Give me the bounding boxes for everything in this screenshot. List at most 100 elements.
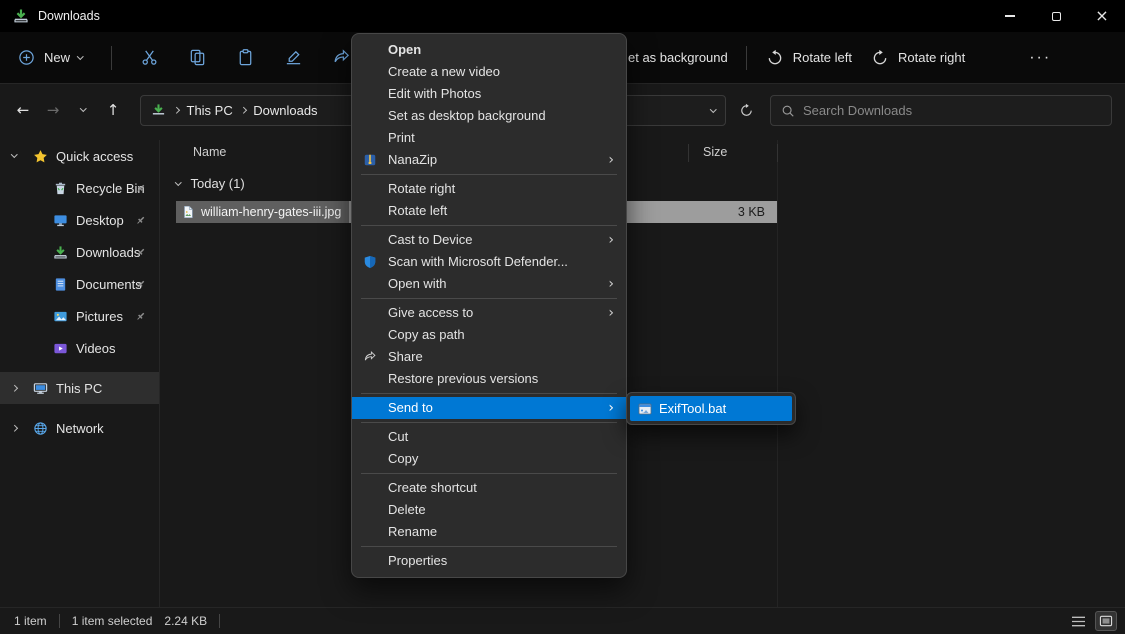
- breadcrumb-chevron-icon: [240, 107, 246, 113]
- search-input[interactable]: [803, 103, 1101, 118]
- breadcrumb-this-pc[interactable]: This PC: [187, 103, 233, 118]
- menu-item-share[interactable]: Share: [352, 346, 626, 368]
- minimize-button[interactable]: [987, 0, 1033, 32]
- menu-item-send-to[interactable]: Send to ›: [352, 397, 626, 419]
- menu-item-copy-as-path[interactable]: Copy as path: [352, 324, 626, 346]
- menu-item-cut[interactable]: Cut: [352, 426, 626, 448]
- sidebar-item-network[interactable]: Network: [0, 412, 160, 444]
- column-divider[interactable]: [688, 144, 689, 162]
- chevron-down-icon: [80, 105, 86, 111]
- more-options-icon: ···: [1029, 49, 1051, 67]
- cut-button[interactable]: [140, 48, 160, 68]
- menu-item-rotate-left[interactable]: Rotate left: [352, 200, 626, 222]
- menu-item-open-with[interactable]: Open with ›: [352, 273, 626, 295]
- status-bar: 1 item 1 item selected 2.24 KB: [0, 607, 1125, 634]
- menu-item-copy[interactable]: Copy: [352, 448, 626, 470]
- titlebar: Downloads ×: [0, 0, 1125, 32]
- sidebar-item-desktop[interactable]: Desktop: [0, 204, 160, 236]
- share-icon: [362, 349, 378, 365]
- sidebar-item-label: Recycle Bin: [0, 181, 145, 196]
- up-button[interactable]: ↑: [98, 95, 128, 125]
- menu-item-delete[interactable]: Delete: [352, 499, 626, 521]
- new-button-label: New: [44, 50, 70, 65]
- menu-separator: [361, 225, 617, 226]
- maximize-icon: [1052, 12, 1061, 21]
- column-divider[interactable]: [777, 144, 778, 162]
- sidebar-spacer: [0, 364, 160, 372]
- menu-item-cast-to-device[interactable]: Cast to Device ›: [352, 229, 626, 251]
- videos-icon: [52, 340, 68, 356]
- menu-item-give-access-to[interactable]: Give access to ›: [352, 302, 626, 324]
- menu-item-set-as-desktop-background[interactable]: Set as desktop background: [352, 105, 626, 127]
- submenu-arrow-icon: ›: [608, 302, 614, 324]
- recent-locations-button[interactable]: [68, 95, 98, 125]
- status-divider: [59, 614, 60, 628]
- menu-item-label: Copy: [388, 451, 418, 466]
- sidebar-item-recycle-bin[interactable]: Recycle Bin: [0, 172, 160, 204]
- column-header-name[interactable]: Name: [193, 145, 226, 159]
- submenu-item-label: ExifTool.bat: [659, 401, 726, 416]
- sidebar-item-pictures[interactable]: Pictures: [0, 300, 160, 332]
- menu-item-rotate-right[interactable]: Rotate right: [352, 178, 626, 200]
- rotate-left-icon: [765, 48, 785, 68]
- set-as-background-button[interactable]: et as background: [628, 50, 728, 65]
- menu-separator: [361, 546, 617, 547]
- menu-item-label: Create a new video: [388, 64, 500, 79]
- new-button[interactable]: New: [16, 48, 83, 68]
- sidebar-item-documents[interactable]: Documents: [0, 268, 160, 300]
- chevron-down-icon[interactable]: [175, 179, 181, 185]
- rotate-right-button[interactable]: Rotate right: [870, 48, 965, 68]
- menu-separator: [361, 422, 617, 423]
- exiftool-bat-icon: [638, 402, 652, 416]
- menu-item-label: Restore previous versions: [388, 371, 538, 386]
- sidebar-item-this-pc[interactable]: This PC: [0, 372, 160, 404]
- menu-item-scan-with-microsoft-defender[interactable]: Scan with Microsoft Defender...: [352, 251, 626, 273]
- pin-icon: [135, 310, 146, 325]
- more-options-button[interactable]: ···: [1029, 49, 1051, 67]
- refresh-button[interactable]: [730, 95, 762, 126]
- column-header-size[interactable]: Size: [703, 145, 727, 159]
- menu-item-nanazip[interactable]: NanaZip ›: [352, 149, 626, 171]
- menu-item-label: Delete: [388, 502, 426, 517]
- rotate-left-button[interactable]: Rotate left: [765, 48, 852, 68]
- forward-button[interactable]: →: [38, 95, 68, 125]
- submenu-item-exiftool-bat[interactable]: ExifTool.bat: [630, 396, 792, 421]
- set-as-background-label: et as background: [628, 50, 728, 65]
- maximize-button[interactable]: [1033, 0, 1079, 32]
- menu-item-edit-with-photos[interactable]: Edit with Photos: [352, 83, 626, 105]
- menu-item-label: Set as desktop background: [388, 108, 546, 123]
- desktop-icon: [52, 212, 68, 228]
- rotate-left-label: Rotate left: [793, 50, 852, 65]
- menu-item-open[interactable]: Open: [352, 39, 626, 61]
- sidebar-item-quick-access[interactable]: Quick access: [0, 140, 160, 172]
- large-icons-view-button[interactable]: [1095, 611, 1117, 631]
- paste-button[interactable]: [236, 48, 256, 68]
- sidebar-item-downloads[interactable]: Downloads: [0, 236, 160, 268]
- submenu-arrow-icon: ›: [608, 229, 614, 251]
- share-button[interactable]: [332, 48, 352, 68]
- back-button[interactable]: ←: [8, 95, 38, 125]
- menu-item-label: Create shortcut: [388, 480, 477, 495]
- file-size: 3 KB: [738, 205, 777, 219]
- copy-button[interactable]: [188, 48, 208, 68]
- selection-count: 1 item selected: [72, 614, 153, 628]
- group-header-today[interactable]: Today (1): [176, 176, 245, 191]
- address-dropdown-icon[interactable]: [710, 106, 716, 112]
- menu-item-properties[interactable]: Properties: [352, 550, 626, 572]
- sidebar-item-videos[interactable]: Videos: [0, 332, 160, 364]
- close-button[interactable]: ×: [1079, 0, 1125, 32]
- quick-access-star-icon: [32, 148, 48, 164]
- submenu-arrow-icon: ›: [608, 273, 614, 295]
- menu-item-label: Cast to Device: [388, 232, 473, 247]
- menu-item-create-shortcut[interactable]: Create shortcut: [352, 477, 626, 499]
- menu-item-rename[interactable]: Rename: [352, 521, 626, 543]
- rename-button[interactable]: [284, 48, 304, 68]
- menu-item-create-a-new-video[interactable]: Create a new video: [352, 61, 626, 83]
- submenu-arrow-icon: ›: [608, 149, 614, 171]
- menu-item-label: Open: [388, 42, 421, 57]
- column-headers: Name Size: [160, 140, 1125, 166]
- menu-item-print[interactable]: Print: [352, 127, 626, 149]
- breadcrumb-downloads[interactable]: Downloads: [253, 103, 317, 118]
- details-view-button[interactable]: [1067, 611, 1089, 631]
- menu-item-restore-previous-versions[interactable]: Restore previous versions: [352, 368, 626, 390]
